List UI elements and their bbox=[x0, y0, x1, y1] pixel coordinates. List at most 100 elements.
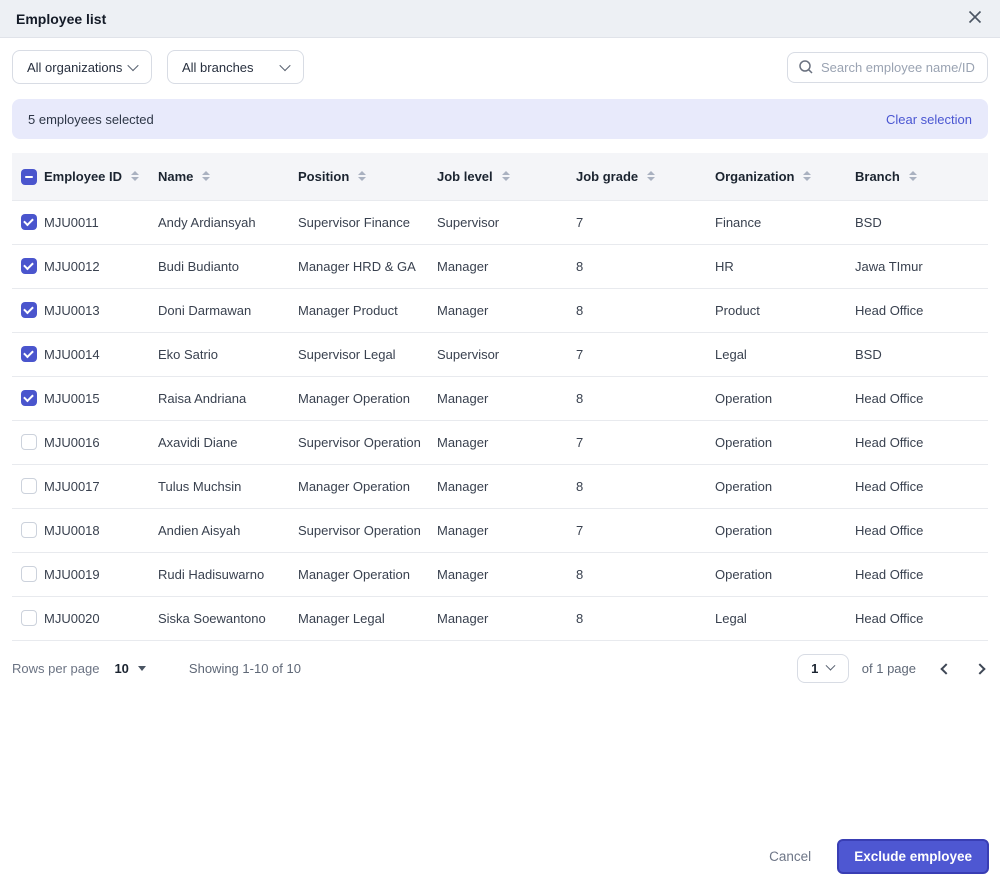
cell-job-level: Manager bbox=[437, 522, 489, 538]
cell-name: Andien Aisyah bbox=[158, 522, 241, 538]
table-row: MJU0017 Tulus Muchsin Manager Operation … bbox=[12, 464, 988, 508]
table-header-row: Employee ID Name Position Job level Job … bbox=[12, 153, 988, 200]
cell-organization: Operation bbox=[715, 390, 773, 406]
table-row: MJU0020 Siska Soewantono Manager Legal M… bbox=[12, 596, 988, 640]
showing-text: Showing 1-10 of 10 bbox=[188, 661, 301, 676]
cell-job-grade: 8 bbox=[576, 390, 584, 406]
rows-per-page-value[interactable]: 10 bbox=[114, 661, 128, 676]
cell-position: Supervisor Operation bbox=[298, 434, 421, 450]
cell-branch: Head Office bbox=[855, 566, 924, 582]
row-checkbox[interactable] bbox=[21, 258, 37, 275]
cell-employee-id: MJU0013 bbox=[44, 302, 100, 318]
cell-position: Manager Product bbox=[298, 302, 398, 318]
cell-organization: HR bbox=[715, 258, 734, 274]
organizations-filter-dropdown[interactable]: All organizations bbox=[12, 50, 152, 84]
branches-filter-label: All branches bbox=[182, 59, 254, 75]
row-checkbox[interactable] bbox=[21, 566, 37, 583]
page-count-label: of 1 page bbox=[861, 661, 916, 676]
caret-down-icon[interactable] bbox=[137, 666, 146, 671]
table-row: MJU0018 Andien Aisyah Supervisor Operati… bbox=[12, 508, 988, 552]
cell-job-level: Manager bbox=[437, 478, 489, 494]
filters-bar: All organizations All branches bbox=[0, 38, 1000, 99]
cell-job-level: Manager bbox=[437, 610, 489, 626]
cell-position: Supervisor Finance bbox=[298, 214, 410, 230]
cell-employee-id: MJU0015 bbox=[44, 390, 100, 406]
next-page-button[interactable] bbox=[972, 661, 988, 677]
cell-employee-id: MJU0012 bbox=[44, 258, 100, 274]
row-checkbox[interactable] bbox=[21, 214, 37, 231]
table-body: MJU0011 Andy Ardiansyah Supervisor Finan… bbox=[12, 200, 988, 640]
row-checkbox[interactable] bbox=[21, 610, 37, 627]
modal-footer: Cancel Exclude employee bbox=[0, 839, 1000, 886]
cell-employee-id: MJU0017 bbox=[44, 478, 100, 494]
page-select[interactable]: 1 bbox=[796, 654, 849, 683]
pager-controls: 1 of 1 page bbox=[796, 654, 988, 683]
cell-job-grade: 7 bbox=[576, 346, 584, 362]
sort-icon bbox=[908, 171, 917, 182]
row-checkbox[interactable] bbox=[21, 302, 37, 319]
column-header-job-grade[interactable]: Job grade bbox=[576, 153, 715, 200]
search-box bbox=[787, 51, 988, 83]
row-checkbox[interactable] bbox=[21, 522, 37, 539]
column-header-position[interactable]: Position bbox=[298, 153, 437, 200]
row-checkbox[interactable] bbox=[21, 478, 37, 495]
cell-organization: Finance bbox=[715, 214, 762, 230]
cell-job-grade: 7 bbox=[576, 434, 584, 450]
selection-banner: 5 employees selected Clear selection bbox=[12, 99, 988, 139]
cell-organization: Operation bbox=[715, 478, 773, 494]
search-input[interactable] bbox=[821, 59, 977, 75]
column-header-job-level[interactable]: Job level bbox=[437, 153, 576, 200]
cell-job-grade: 8 bbox=[576, 258, 584, 274]
column-header-employee-id[interactable]: Employee ID bbox=[44, 153, 158, 200]
cell-employee-id: MJU0016 bbox=[44, 434, 100, 450]
column-header-organization[interactable]: Organization bbox=[715, 153, 855, 200]
cell-employee-id: MJU0019 bbox=[44, 566, 100, 582]
branches-filter-dropdown[interactable]: All branches bbox=[167, 50, 304, 84]
cell-job-grade: 8 bbox=[576, 478, 584, 494]
cell-position: Supervisor Operation bbox=[298, 522, 421, 538]
close-button[interactable] bbox=[966, 8, 984, 29]
cell-branch: Head Office bbox=[855, 390, 924, 406]
cell-job-grade: 8 bbox=[576, 566, 584, 582]
exclude-employee-button[interactable]: Exclude employee bbox=[837, 839, 989, 874]
select-all-checkbox[interactable] bbox=[21, 168, 37, 185]
cell-job-grade: 8 bbox=[576, 302, 584, 318]
chevron-right-icon bbox=[974, 662, 986, 675]
sort-icon bbox=[803, 171, 812, 182]
cell-name: Raisa Andriana bbox=[158, 390, 247, 406]
cell-job-level: Manager bbox=[437, 390, 489, 406]
cell-name: Tulus Muchsin bbox=[158, 478, 242, 494]
rows-per-page-label: Rows per page bbox=[12, 661, 100, 676]
previous-page-button[interactable] bbox=[938, 661, 954, 677]
table-row: MJU0011 Andy Ardiansyah Supervisor Finan… bbox=[12, 200, 988, 244]
page-select-value: 1 bbox=[811, 661, 819, 676]
chevron-left-icon bbox=[940, 662, 952, 675]
cell-branch: BSD bbox=[855, 346, 882, 362]
cell-branch: Head Office bbox=[855, 434, 924, 450]
table-row: MJU0013 Doni Darmawan Manager Product Ma… bbox=[12, 288, 988, 332]
cell-job-level: Supervisor bbox=[437, 214, 500, 230]
row-checkbox[interactable] bbox=[21, 390, 37, 407]
cell-name: Budi Budianto bbox=[158, 258, 239, 274]
cell-branch: Head Office bbox=[855, 302, 924, 318]
cell-job-level: Manager bbox=[437, 566, 489, 582]
cell-branch: Head Office bbox=[855, 610, 924, 626]
cell-job-grade: 7 bbox=[576, 214, 584, 230]
column-header-name[interactable]: Name bbox=[158, 153, 298, 200]
cell-organization: Operation bbox=[715, 566, 773, 582]
sort-icon bbox=[358, 171, 367, 182]
cell-position: Manager HRD & GA bbox=[298, 258, 416, 274]
cell-branch: Jawa TImur bbox=[855, 258, 923, 274]
column-header-branch[interactable]: Branch bbox=[855, 153, 988, 200]
cell-job-grade: 8 bbox=[576, 610, 584, 626]
modal-header: Employee list bbox=[0, 0, 1000, 38]
row-checkbox[interactable] bbox=[21, 434, 37, 451]
cancel-button[interactable]: Cancel bbox=[763, 841, 817, 872]
cell-position: Manager Operation bbox=[298, 390, 411, 406]
cell-branch: Head Office bbox=[855, 522, 924, 538]
cell-branch: BSD bbox=[855, 214, 882, 230]
cell-position: Supervisor Legal bbox=[298, 346, 396, 362]
cell-name: Andy Ardiansyah bbox=[158, 214, 256, 230]
clear-selection-link[interactable]: Clear selection bbox=[886, 112, 972, 127]
row-checkbox[interactable] bbox=[21, 346, 37, 363]
